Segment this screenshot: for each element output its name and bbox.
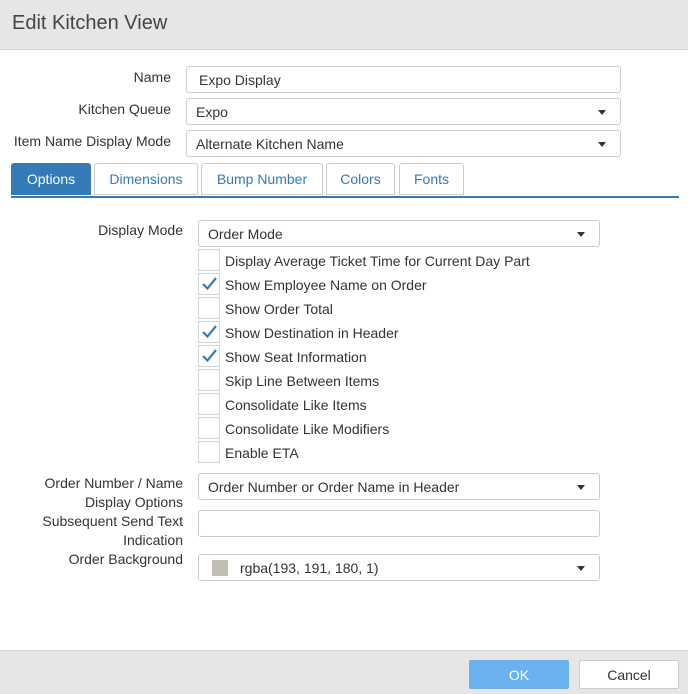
item-name-display-mode-value: Alternate Kitchen Name <box>196 136 344 152</box>
checkbox-show-employee-name[interactable] <box>198 273 220 295</box>
display-mode-select[interactable]: Order Mode <box>198 220 600 247</box>
tab-colors[interactable]: Colors <box>326 163 395 195</box>
dialog-footer: OK Cancel <box>0 650 688 694</box>
chevron-down-icon <box>577 485 585 490</box>
order-number-display-value: Order Number or Order Name in Header <box>208 479 460 495</box>
checkbox-enable-eta[interactable] <box>198 441 220 463</box>
checkbox-consolidate-like-modifiers[interactable] <box>198 417 220 439</box>
order-background-value: rgba(193, 191, 180, 1) <box>240 560 379 576</box>
tab-bump-number[interactable]: Bump Number <box>201 163 323 195</box>
checkbox-label: Show Destination in Header <box>225 325 399 341</box>
checkbox-label: Consolidate Like Items <box>225 397 367 413</box>
checkbox-label: Show Employee Name on Order <box>225 277 427 293</box>
tab-fonts[interactable]: Fonts <box>399 163 464 195</box>
checkmark-icon <box>202 277 217 291</box>
subsequent-send-input[interactable] <box>198 510 600 537</box>
chevron-down-icon <box>577 232 585 237</box>
checkmark-icon <box>202 349 217 363</box>
dialog-title: Edit Kitchen View <box>12 12 168 34</box>
order-background-label: Order Background <box>68 551 183 567</box>
dialog-titlebar: Edit Kitchen View <box>0 0 688 50</box>
checkmark-icon <box>202 325 217 339</box>
color-swatch <box>212 560 228 576</box>
checkbox-label: Show Seat Information <box>225 349 367 365</box>
chevron-down-icon <box>598 142 606 147</box>
kitchen-queue-label: Kitchen Queue <box>78 101 171 117</box>
order-number-display-label-line2: Display Options <box>84 494 183 510</box>
kitchen-queue-value: Expo <box>196 104 228 120</box>
order-background-color-select[interactable]: rgba(193, 191, 180, 1) <box>198 554 600 581</box>
tab-options[interactable]: Options <box>11 163 91 195</box>
item-name-display-mode-select[interactable]: Alternate Kitchen Name <box>186 130 621 157</box>
checkbox-label: Skip Line Between Items <box>225 373 380 389</box>
tab-divider <box>11 196 679 198</box>
tab-bar: Options Dimensions Bump Number Colors Fo… <box>11 163 679 199</box>
checkbox-display-average-ticket-time[interactable] <box>198 249 220 271</box>
order-number-display-label-line1: Order Number / Name <box>44 475 183 491</box>
checkbox-label: Consolidate Like Modifiers <box>225 421 390 437</box>
display-mode-label: Display Mode <box>98 222 183 238</box>
checkbox-label: Enable ETA <box>225 445 299 461</box>
checkbox-label: Display Average Ticket Time for Current … <box>225 253 530 269</box>
ok-button[interactable]: OK <box>469 660 569 689</box>
tab-dimensions[interactable]: Dimensions <box>94 163 198 195</box>
chevron-down-icon <box>598 110 606 115</box>
checkbox-show-destination-in-header[interactable] <box>198 321 220 343</box>
subsequent-send-label-line1: Subsequent Send Text <box>42 513 183 529</box>
name-label: Name <box>133 69 171 85</box>
cancel-button[interactable]: Cancel <box>579 660 679 689</box>
display-mode-value: Order Mode <box>208 226 283 242</box>
checkbox-label: Show Order Total <box>225 301 333 317</box>
item-name-display-mode-label: Item Name Display Mode <box>13 133 171 149</box>
checkbox-skip-line-between-items[interactable] <box>198 369 220 391</box>
checkbox-consolidate-like-items[interactable] <box>198 393 220 415</box>
order-number-display-select[interactable]: Order Number or Order Name in Header <box>198 473 600 500</box>
kitchen-queue-select[interactable]: Expo <box>186 98 621 125</box>
name-input[interactable] <box>186 66 621 93</box>
chevron-down-icon <box>577 566 585 571</box>
checkbox-show-order-total[interactable] <box>198 297 220 319</box>
subsequent-send-label-line2: Indication <box>123 532 183 548</box>
checkbox-show-seat-information[interactable] <box>198 345 220 367</box>
